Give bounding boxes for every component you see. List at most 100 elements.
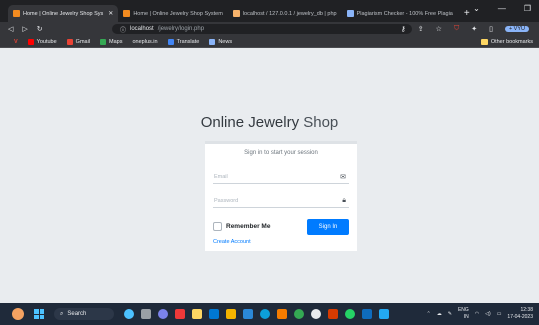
- gmail-icon: [66, 38, 73, 45]
- chevron-up-icon[interactable]: ⌃: [427, 311, 431, 317]
- email-input[interactable]: [214, 173, 324, 180]
- bookmark-youtube[interactable]: Youtube: [27, 38, 57, 45]
- bookmark-oneplus[interactable]: oneplus.in: [133, 39, 158, 45]
- file-explorer-icon[interactable]: [192, 309, 202, 319]
- create-account-link[interactable]: Create Account: [213, 239, 251, 245]
- logo-bold: Online Jewelry: [200, 114, 300, 131]
- bookmark-label: Maps: [109, 38, 123, 45]
- back-icon[interactable]: ◁: [8, 25, 13, 33]
- password-field: 🔒︎: [213, 194, 349, 208]
- bookmark-news[interactable]: News: [209, 38, 233, 45]
- browser-tab-active[interactable]: Home | Online Jewelry Shop Sys ✕: [8, 5, 119, 22]
- remember-label: Remember Me: [226, 223, 271, 230]
- extensions-puzzle-icon[interactable]: ✦: [471, 25, 477, 33]
- forward-icon[interactable]: ▷: [22, 25, 27, 33]
- logo-light: Shop: [299, 114, 339, 131]
- search-icon: ⌕: [60, 310, 64, 317]
- bookmark-translate[interactable]: Translate: [167, 38, 200, 45]
- window-controls: ⌄ — ❐: [473, 4, 531, 13]
- profile-button[interactable]: + VYU: [504, 26, 529, 32]
- tab-favicon-icon: [232, 10, 240, 17]
- youtube-icon: [27, 38, 34, 45]
- share-icon[interactable]: ⇪: [418, 25, 424, 33]
- tab-label: localhost / 127.0.0.1 / jewelry_db | php: [242, 10, 337, 17]
- taskbar-search-label: Search: [67, 311, 87, 317]
- browser-tab-bar: Home | Online Jewelry Shop Sys ✕ Home | …: [0, 0, 539, 22]
- cloud-icon[interactable]: ☁: [437, 311, 442, 317]
- vivaldi-icon[interactable]: V: [14, 39, 18, 45]
- login-card: Sign in to start your session ✉ 🔒︎ Remem…: [205, 141, 357, 251]
- task-view-icon[interactable]: [141, 309, 151, 319]
- wifi-icon[interactable]: ◠: [475, 311, 479, 317]
- password-input[interactable]: [214, 197, 324, 204]
- whatsapp-icon[interactable]: [345, 309, 355, 319]
- address-bar[interactable]: ⓘ localhost/jewelry/login.php: [112, 24, 412, 34]
- vlc-icon[interactable]: [277, 309, 287, 319]
- mail-icon[interactable]: [362, 309, 372, 319]
- email-field: ✉: [213, 170, 349, 184]
- folder-icon: [480, 39, 488, 45]
- vivaldi-app-icon[interactable]: [175, 309, 185, 319]
- lang-top: ENG: [457, 307, 469, 313]
- toolbar-actions: ⚷ ⇪ ☆ ⛉ ✦ ▯ + VYU: [401, 22, 529, 36]
- browser-tab[interactable]: Home | Online Jewelry Shop System: [118, 5, 227, 22]
- tab-label: Home | Online Jewelry Shop Sys: [23, 10, 104, 17]
- reload-icon[interactable]: ↻: [37, 25, 43, 33]
- login-logo[interactable]: Online Jewelry Shop: [0, 114, 539, 131]
- store-icon[interactable]: [209, 309, 219, 319]
- lang-bottom: IN: [463, 314, 469, 320]
- pen-icon[interactable]: ✎: [448, 311, 452, 317]
- remember-checkbox[interactable]: [213, 222, 222, 231]
- clock-time: 12:38: [520, 307, 533, 313]
- clock[interactable]: 12:38 17-04-2023: [507, 307, 533, 321]
- tab-favicon-icon: [346, 10, 354, 17]
- restore-icon[interactable]: ❐: [524, 4, 531, 13]
- obs-icon[interactable]: [311, 309, 321, 319]
- start-icon[interactable]: [34, 309, 44, 319]
- url-path: /jewelry/login.php: [157, 26, 205, 32]
- browser-tab[interactable]: Plagiarism Checker - 100% Free Plagia: [342, 5, 458, 22]
- weather-icon[interactable]: [12, 308, 24, 320]
- bookmark-maps[interactable]: Maps: [100, 38, 123, 45]
- extension-shield-icon[interactable]: ⛉: [454, 25, 459, 33]
- bookmark-label: Gmail: [75, 38, 91, 45]
- tab-favicon-icon: [13, 10, 20, 17]
- close-tab-icon[interactable]: ✕: [108, 10, 113, 17]
- new-tab-button[interactable]: +: [464, 5, 470, 22]
- taskbar-apps: [124, 309, 389, 319]
- other-bookmarks[interactable]: Other bookmarks: [480, 36, 533, 48]
- volume-icon[interactable]: ◁): [485, 311, 491, 317]
- taskbar-search[interactable]: ⌕ Search: [54, 308, 114, 320]
- tab-search-icon[interactable]: ⌄: [473, 4, 480, 13]
- bookmark-label: News: [218, 38, 233, 45]
- chat-icon[interactable]: [158, 309, 168, 319]
- chrome-icon[interactable]: [294, 309, 304, 319]
- tab-favicon-icon: [123, 10, 131, 17]
- sign-in-button[interactable]: Sign In: [307, 219, 349, 235]
- vscode-icon[interactable]: [379, 309, 389, 319]
- maps-icon: [100, 38, 107, 45]
- clock-date: 17-04-2023: [507, 314, 533, 320]
- lock-icon: 🔒︎: [342, 196, 346, 204]
- remember-me[interactable]: Remember Me: [213, 222, 270, 231]
- office-icon[interactable]: [328, 309, 338, 319]
- bookmark-gmail[interactable]: Gmail: [66, 38, 91, 45]
- widgets-icon[interactable]: [124, 309, 134, 319]
- page-viewport: Online Jewelry Shop Sign in to start you…: [0, 48, 539, 303]
- key-icon[interactable]: ⚷: [401, 25, 406, 33]
- language-indicator[interactable]: ENG IN: [458, 307, 469, 321]
- system-tray: ⌃ ☁ ✎ ENG IN ◠ ◁) ▭ 12:38 17-04-2023: [427, 303, 533, 325]
- photos-icon[interactable]: [243, 309, 253, 319]
- sidebar-icon[interactable]: ▯: [489, 25, 493, 33]
- bookmark-label: oneplus.in: [132, 38, 158, 45]
- translate-icon: [167, 38, 174, 45]
- star-icon[interactable]: ☆: [436, 25, 442, 33]
- minimize-icon[interactable]: —: [498, 4, 506, 13]
- notes-icon[interactable]: [226, 309, 236, 319]
- edge-icon[interactable]: [260, 309, 270, 319]
- bookmark-label: Translate: [176, 38, 200, 45]
- battery-icon[interactable]: ▭: [497, 311, 502, 317]
- site-info-icon[interactable]: ⓘ: [120, 25, 126, 34]
- browser-tab[interactable]: localhost / 127.0.0.1 / jewelry_db | php: [228, 5, 342, 22]
- tab-label: Plagiarism Checker - 100% Free Plagia: [356, 10, 453, 17]
